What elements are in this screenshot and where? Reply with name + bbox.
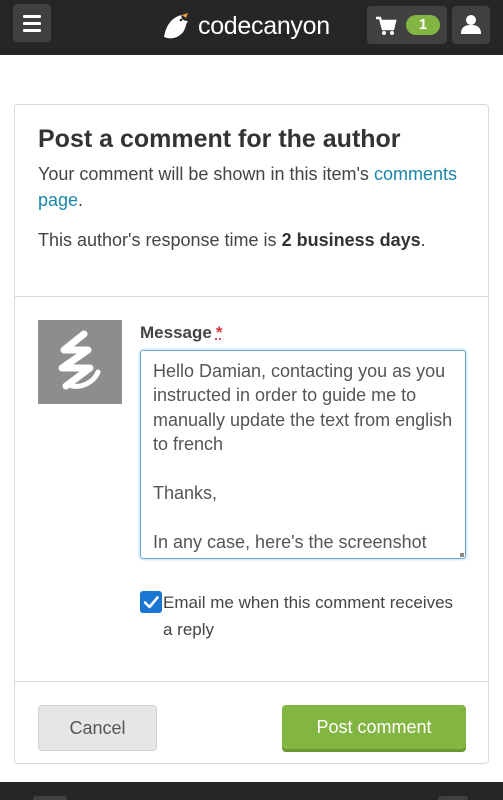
bottom-bar bbox=[0, 782, 503, 800]
card-divider bbox=[15, 681, 488, 682]
user-account-button[interactable] bbox=[452, 6, 490, 44]
response-time-text: This author's response time is 2 busines… bbox=[38, 230, 426, 251]
intro-text-label: Your comment will be shown in this item'… bbox=[38, 164, 369, 184]
bottom-left-control[interactable] bbox=[33, 796, 67, 800]
logo-bird-icon bbox=[164, 13, 188, 39]
card-header: Post a comment for the author Your comme… bbox=[15, 105, 488, 297]
top-navbar: codecanyon 1 bbox=[0, 0, 503, 55]
bottom-right-control[interactable] bbox=[438, 796, 468, 800]
message-label-text: Message bbox=[140, 323, 212, 342]
intro-period: . bbox=[78, 190, 84, 210]
menu-button[interactable] bbox=[13, 4, 51, 42]
message-label: Message * bbox=[140, 323, 222, 343]
email-reply-checkbox[interactable] bbox=[140, 591, 162, 613]
cancel-button[interactable]: Cancel bbox=[38, 705, 157, 751]
cart-count-badge: 1 bbox=[406, 15, 440, 35]
hamburger-icon-bar bbox=[23, 15, 41, 18]
cart-icon bbox=[376, 16, 397, 35]
hamburger-icon-bar bbox=[23, 29, 41, 32]
email-reply-label[interactable]: Email me when this comment receives a re… bbox=[163, 589, 463, 643]
cart-button[interactable]: 1 bbox=[367, 6, 447, 44]
envato-avatar-icon bbox=[58, 330, 101, 390]
checkmark-icon bbox=[143, 596, 159, 609]
page-title: Post a comment for the author bbox=[38, 125, 401, 153]
response-time-value: 2 business days bbox=[281, 230, 421, 250]
user-icon bbox=[461, 15, 481, 34]
hamburger-icon-bar bbox=[23, 22, 41, 25]
message-textarea[interactable]: Hello Damian, contacting you as you inst… bbox=[140, 350, 466, 559]
response-prefix: This author's response time is bbox=[38, 230, 277, 250]
message-text: Hello Damian, contacting you as you inst… bbox=[153, 361, 453, 552]
post-comment-button[interactable]: Post comment bbox=[282, 705, 466, 749]
required-marker: * bbox=[215, 323, 223, 342]
comment-card: Post a comment for the author Your comme… bbox=[14, 104, 489, 764]
intro-text: Your comment will be shown in this item'… bbox=[38, 161, 458, 213]
resize-handle[interactable] bbox=[460, 553, 464, 557]
logo-text: codecanyon bbox=[198, 11, 330, 40]
response-period: . bbox=[420, 230, 426, 250]
codecanyon-logo[interactable]: codecanyon bbox=[160, 9, 330, 43]
avatar bbox=[38, 320, 122, 404]
